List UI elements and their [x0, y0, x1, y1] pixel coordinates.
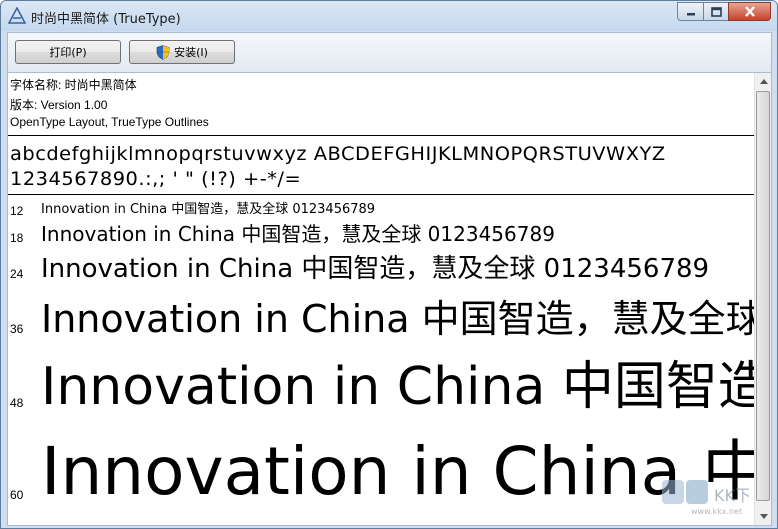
close-button[interactable]: [728, 2, 771, 21]
triangle-up-icon: [759, 79, 768, 84]
triangle-down-icon: [759, 514, 768, 519]
sample-row-60: 60 Innovation in China 中国智造，慧及全球 0123456…: [8, 425, 756, 525]
sample-size-label: 18: [10, 231, 24, 245]
watermark-text: KK下载: [714, 486, 749, 505]
maximize-icon: [710, 6, 722, 17]
maximize-button[interactable]: [703, 2, 728, 21]
font-type-line: OpenType Layout, TrueType Outlines: [10, 115, 209, 129]
install-button[interactable]: 安装(I): [129, 40, 235, 64]
sample-row-18: 18 Innovation in China 中国智造，慧及全球 0123456…: [8, 221, 756, 251]
scroll-up-button[interactable]: [757, 74, 770, 89]
font-name-line: 字体名称: 时尚中黑简体: [10, 78, 137, 92]
sample-size-label: 36: [10, 322, 24, 336]
sample-size-label: 12: [10, 204, 24, 218]
vertical-scrollbar[interactable]: [754, 73, 771, 525]
charset-line-symbols: 1234567890.:,; ' " (!?) +-*/=: [10, 168, 302, 190]
watermark-url: www.kkx.net: [691, 507, 742, 516]
minimize-icon: [686, 12, 695, 15]
sample-row-36: 36 Innovation in China 中国智造，慧及全球 0123456…: [8, 291, 756, 351]
minimize-button[interactable]: [677, 2, 703, 21]
sample-text: Innovation in China 中国智造，慧及全球 0123456789: [41, 222, 555, 246]
font-viewer-window: 时尚中黑简体 (TrueType) 打印(P) 安装(I) 字体名称: 时尚中黑…: [0, 0, 778, 529]
charset-line-letters: abcdefghijklmnopqrstuvwxyz ABCDEFGHIJKLM…: [10, 143, 666, 165]
title-bar[interactable]: 时尚中黑简体 (TrueType): [1, 1, 777, 31]
print-button-label: 打印(P): [49, 46, 87, 59]
install-button-label: 安装(I): [174, 46, 208, 59]
watermark-logo: KK下载 www.kkx.net: [662, 480, 749, 516]
toolbar: 打印(P) 安装(I): [7, 32, 772, 72]
window-controls: [677, 2, 771, 21]
font-app-icon: [8, 7, 26, 24]
sample-text: Innovation in China 中国智造，慧及全球 0123456789: [41, 297, 756, 341]
scroll-down-button[interactable]: [757, 509, 770, 524]
sample-size-label: 24: [10, 267, 24, 281]
divider: [8, 135, 756, 136]
sample-row-24: 24 Innovation in China 中国智造，慧及全球 0123456…: [8, 251, 756, 291]
sample-row-48: 48 Innovation in China 中国智造，慧及全球 0123456…: [8, 351, 756, 425]
sample-text: Innovation in China 中国智造，慧及全球 0123456789: [41, 433, 756, 510]
sample-text: Innovation in China 中国智造，慧及全球 0123456789: [41, 202, 376, 217]
sample-text: Innovation in China 中国智造，慧及全球 0123456789: [41, 254, 710, 284]
font-preview-pane[interactable]: 字体名称: 时尚中黑简体 版本: Version 1.00 OpenType L…: [7, 72, 772, 526]
sample-size-label: 48: [10, 396, 24, 410]
sample-size-label: 60: [10, 488, 24, 502]
sample-text: Innovation in China 中国智造，慧及全球 0123456789: [41, 357, 756, 417]
close-icon: [744, 6, 755, 17]
font-version-line: 版本: Version 1.00: [10, 98, 108, 112]
uac-shield-icon: [156, 44, 170, 60]
divider: [8, 194, 756, 195]
print-button[interactable]: 打印(P): [15, 40, 121, 64]
sample-row-12: 12 Innovation in China 中国智造，慧及全球 0123456…: [8, 201, 756, 223]
scrollbar-thumb[interactable]: [756, 91, 770, 501]
window-title: 时尚中黑简体 (TrueType): [31, 12, 181, 27]
